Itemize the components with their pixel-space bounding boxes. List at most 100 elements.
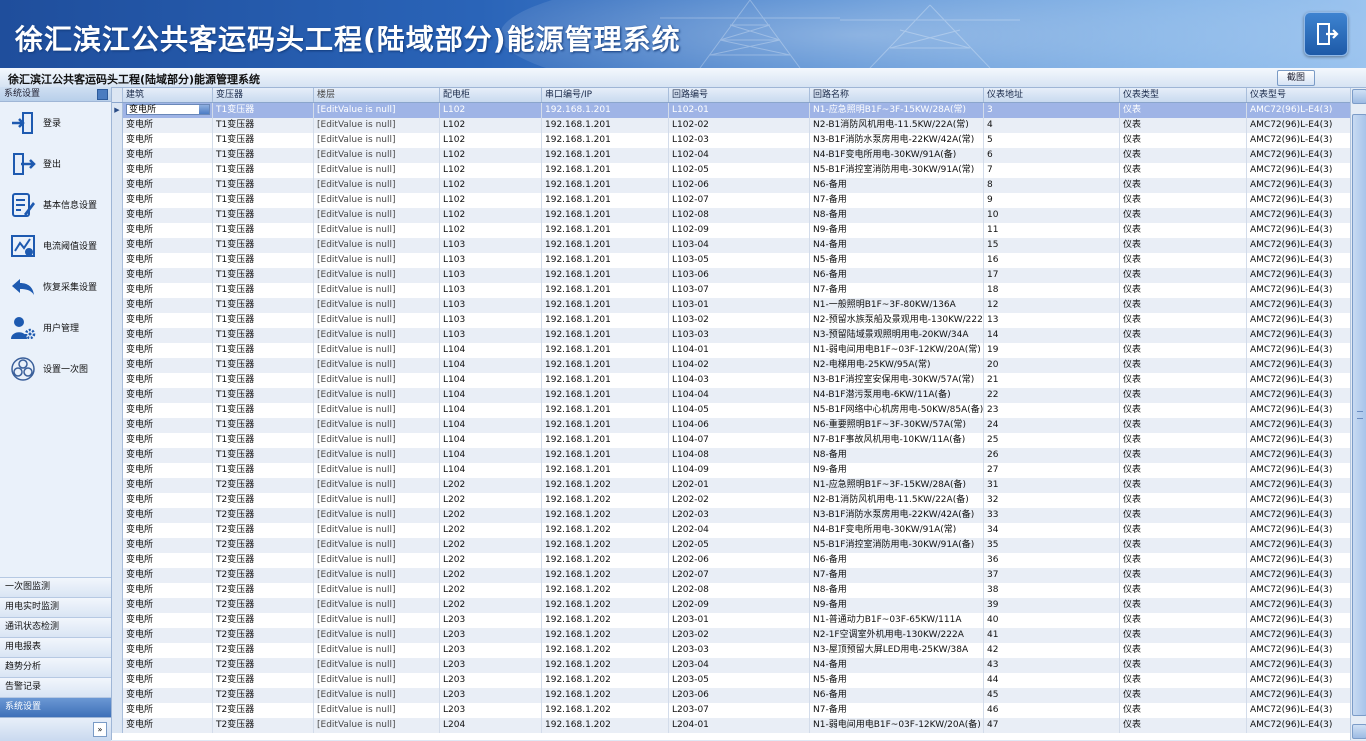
loop-no-cell[interactable]: L102-02 (669, 118, 810, 133)
row-indicator[interactable] (112, 223, 123, 238)
ip-cell[interactable]: 192.168.1.201 (542, 313, 669, 328)
row-indicator[interactable] (112, 343, 123, 358)
ip-cell[interactable]: 192.168.1.201 (542, 283, 669, 298)
loop-no-cell[interactable]: L202-06 (669, 553, 810, 568)
loop-no-cell[interactable]: L102-05 (669, 163, 810, 178)
loop-name-cell[interactable]: N1-普通动力B1F~03F-65KW/111A (810, 613, 984, 628)
menu-item-basic-info[interactable]: 基本信息设置 (0, 184, 111, 225)
building-cell[interactable]: 变电所 (123, 103, 213, 118)
meter-type-cell[interactable]: 仪表 (1120, 463, 1247, 478)
loop-no-cell[interactable]: L202-08 (669, 583, 810, 598)
transformer-cell[interactable]: T1变压器 (213, 163, 314, 178)
meter-model-cell[interactable]: AMC72(96)L-E4(3) (1247, 613, 1350, 628)
table-row[interactable]: 变电所 T2变压器 [EditValue is null] L202 192.168.1… (112, 478, 1350, 493)
meter-address-cell[interactable]: 11 (984, 223, 1120, 238)
table-row[interactable]: 变电所 T2变压器 [EditValue is null] L204 192.168.1… (112, 718, 1350, 733)
table-row[interactable]: 变电所 T1变压器 [EditValue is null] L103 192.168.1… (112, 328, 1350, 343)
ip-cell[interactable]: 192.168.1.201 (542, 358, 669, 373)
ip-cell[interactable]: 192.168.1.202 (542, 643, 669, 658)
loop-name-cell[interactable]: N7-备用 (810, 283, 984, 298)
meter-model-cell[interactable]: AMC72(96)L-E4(3) (1247, 388, 1350, 403)
meter-type-cell[interactable]: 仪表 (1120, 163, 1247, 178)
meter-model-cell[interactable]: AMC72(96)L-E4(3) (1247, 178, 1350, 193)
loop-name-cell[interactable]: N5-B1F网络中心机房用电-50KW/85A(备) (810, 403, 984, 418)
meter-address-cell[interactable]: 26 (984, 448, 1120, 463)
building-cell[interactable]: 变电所 (123, 568, 213, 583)
table-row[interactable]: 变电所 T1变压器 [EditValue is null] L102 192.168.1… (112, 178, 1350, 193)
row-indicator[interactable] (112, 523, 123, 538)
meter-model-cell[interactable]: AMC72(96)L-E4(3) (1247, 718, 1350, 733)
row-indicator[interactable] (112, 328, 123, 343)
floor-cell[interactable]: [EditValue is null] (314, 283, 440, 298)
table-row[interactable]: 变电所 T1变压器 [EditValue is null] L104 192.168.1… (112, 388, 1350, 403)
scroll-up-button[interactable] (1352, 89, 1366, 104)
meter-model-cell[interactable]: AMC72(96)L-E4(3) (1247, 118, 1350, 133)
floor-cell[interactable]: [EditValue is null] (314, 253, 440, 268)
column-header[interactable]: 配电柜 (440, 88, 542, 102)
meter-type-cell[interactable]: 仪表 (1120, 118, 1247, 133)
transformer-cell[interactable]: T2变压器 (213, 583, 314, 598)
meter-type-cell[interactable]: 仪表 (1120, 688, 1247, 703)
ip-cell[interactable]: 192.168.1.201 (542, 298, 669, 313)
floor-cell[interactable]: [EditValue is null] (314, 538, 440, 553)
floor-cell[interactable]: [EditValue is null] (314, 673, 440, 688)
building-cell[interactable]: 变电所 (123, 433, 213, 448)
floor-cell[interactable]: [EditValue is null] (314, 163, 440, 178)
column-header[interactable]: 仪表地址 (984, 88, 1120, 102)
chevron-down-icon[interactable]: » (93, 722, 107, 737)
row-indicator[interactable] (112, 568, 123, 583)
row-indicator[interactable] (112, 178, 123, 193)
transformer-cell[interactable]: T1变压器 (213, 283, 314, 298)
loop-name-cell[interactable]: N8-备用 (810, 448, 984, 463)
meter-model-cell[interactable]: AMC72(96)L-E4(3) (1247, 268, 1350, 283)
loop-name-cell[interactable]: N4-备用 (810, 658, 984, 673)
ip-cell[interactable]: 192.168.1.201 (542, 343, 669, 358)
loop-no-cell[interactable]: L104-02 (669, 358, 810, 373)
table-row[interactable]: 变电所 T2变压器 [EditValue is null] L202 192.168.1… (112, 523, 1350, 538)
table-row[interactable]: 变电所 T1变压器 [EditValue is null] L103 192.168.1… (112, 298, 1350, 313)
floor-cell[interactable]: [EditValue is null] (314, 643, 440, 658)
loop-no-cell[interactable]: L202-03 (669, 508, 810, 523)
meter-type-cell[interactable]: 仪表 (1120, 298, 1247, 313)
scroll-down-button[interactable] (1352, 724, 1366, 739)
meter-model-cell[interactable]: AMC72(96)L-E4(3) (1247, 448, 1350, 463)
table-row[interactable]: 变电所 T1变压器 [EditValue is null] L102 192.168.1… (112, 148, 1350, 163)
loop-no-cell[interactable]: L102-03 (669, 133, 810, 148)
loop-no-cell[interactable]: L102-01 (669, 103, 810, 118)
table-row[interactable]: 变电所 T2变压器 [EditValue is null] L202 192.168.1… (112, 508, 1350, 523)
table-row[interactable]: 变电所 T1变压器 [EditValue is null] L104 192.168.1… (112, 403, 1350, 418)
building-cell[interactable]: 变电所 (123, 283, 213, 298)
meter-address-cell[interactable]: 39 (984, 598, 1120, 613)
cabinet-cell[interactable]: L103 (440, 328, 542, 343)
meter-address-cell[interactable]: 8 (984, 178, 1120, 193)
table-row[interactable]: ▶ 变电所 T1变压器 [EditValue is null] L102 192.168.… (112, 103, 1350, 118)
cabinet-cell[interactable]: L102 (440, 178, 542, 193)
table-row[interactable]: 变电所 T1变压器 [EditValue is null] L104 192.168.1… (112, 358, 1350, 373)
floor-cell[interactable]: [EditValue is null] (314, 463, 440, 478)
meter-address-cell[interactable]: 27 (984, 463, 1120, 478)
cabinet-cell[interactable]: L202 (440, 538, 542, 553)
loop-no-cell[interactable]: L204-01 (669, 718, 810, 733)
table-row[interactable]: 变电所 T2变压器 [EditValue is null] L203 192.168.1… (112, 673, 1350, 688)
transformer-cell[interactable]: T1变压器 (213, 208, 314, 223)
loop-name-cell[interactable]: N1-弱电间用电B1F~03F-12KW/20A(常) (810, 343, 984, 358)
cabinet-cell[interactable]: L102 (440, 133, 542, 148)
meter-type-cell[interactable]: 仪表 (1120, 223, 1247, 238)
column-header[interactable]: 回路名称 (810, 88, 984, 102)
floor-cell[interactable]: [EditValue is null] (314, 658, 440, 673)
loop-no-cell[interactable]: L104-03 (669, 373, 810, 388)
ip-cell[interactable]: 192.168.1.201 (542, 253, 669, 268)
loop-no-cell[interactable]: L202-05 (669, 538, 810, 553)
ip-cell[interactable]: 192.168.1.201 (542, 118, 669, 133)
floor-cell[interactable]: [EditValue is null] (314, 583, 440, 598)
loop-name-cell[interactable]: N3-预留陆域景观照明用电-20KW/34A (810, 328, 984, 343)
menu-item-current-threshold[interactable]: 电流阈值设置 (0, 225, 111, 266)
meter-type-cell[interactable]: 仪表 (1120, 508, 1247, 523)
nav-item-trend-analysis[interactable]: 趋势分析 (0, 657, 111, 677)
transformer-cell[interactable]: T2变压器 (213, 568, 314, 583)
transformer-cell[interactable]: T1变压器 (213, 253, 314, 268)
meter-address-cell[interactable]: 12 (984, 298, 1120, 313)
building-cell[interactable]: 变电所 (123, 703, 213, 718)
meter-type-cell[interactable]: 仪表 (1120, 238, 1247, 253)
meter-address-cell[interactable]: 16 (984, 253, 1120, 268)
